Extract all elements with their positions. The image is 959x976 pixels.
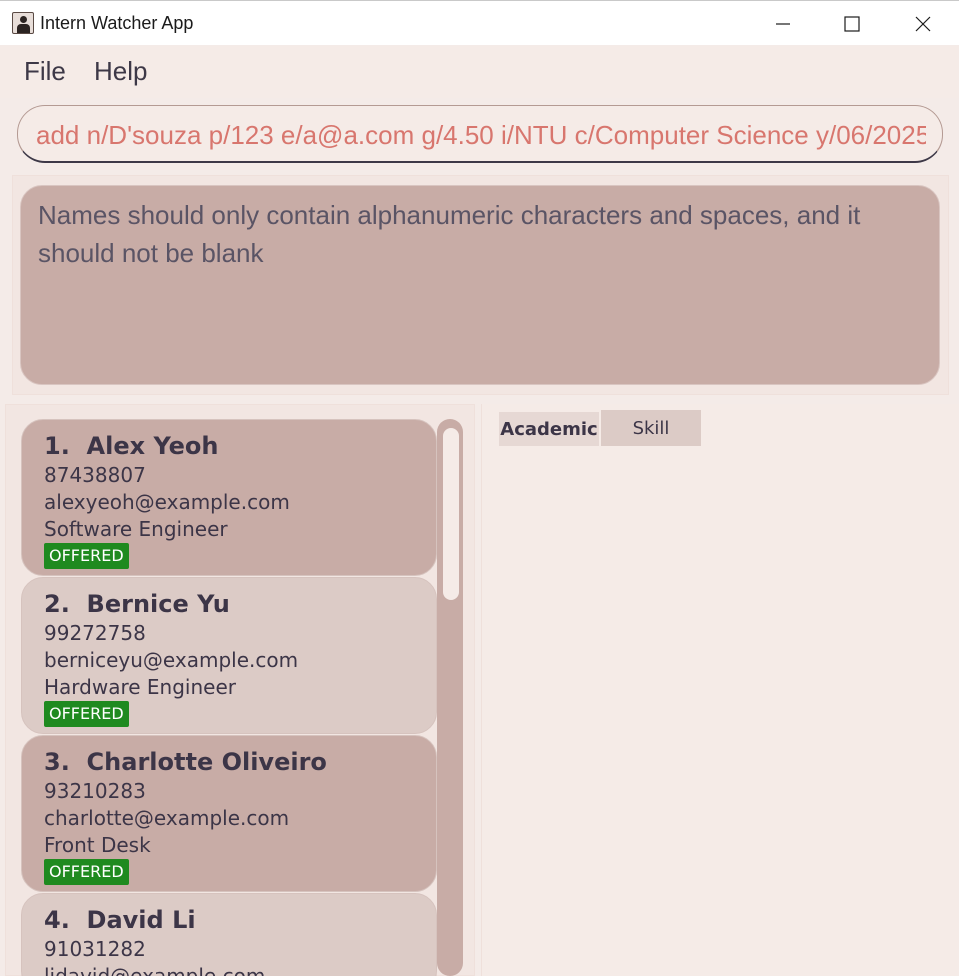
title-bar: Intern Watcher App — [0, 0, 959, 45]
applicant-card[interactable]: 1. Alex Yeoh 87438807 alexyeoh@example.c… — [21, 419, 437, 576]
applicant-name: 3. Charlotte Oliveiro — [44, 748, 327, 776]
applicant-card[interactable]: 4. David Li 91031282 lidavid@example.com — [21, 893, 437, 976]
person-icon — [12, 12, 34, 34]
status-badge: OFFERED — [44, 701, 129, 727]
applicant-email: alexyeoh@example.com — [44, 490, 290, 514]
applicant-name: 1. Alex Yeoh — [44, 432, 219, 460]
menu-file[interactable]: File — [24, 56, 66, 87]
command-box[interactable]: add n/D'souza p/123 e/a@a.com g/4.50 i/N… — [17, 105, 943, 163]
applicant-role: Hardware Engineer — [44, 675, 236, 699]
applicant-name: 4. David Li — [44, 906, 196, 934]
result-display: Names should only contain alphanumeric c… — [20, 185, 940, 385]
applicant-email: berniceyu@example.com — [44, 648, 299, 672]
window-title: Intern Watcher App — [40, 13, 194, 33]
status-badge: OFFERED — [44, 543, 129, 569]
applicant-role: Software Engineer — [44, 517, 228, 541]
applicant-phone: 99272758 — [44, 621, 146, 645]
applicant-phone: 93210283 — [44, 779, 146, 803]
menu-help[interactable]: Help — [94, 56, 147, 87]
tab-academic[interactable]: Academic — [499, 412, 599, 446]
detail-panel — [481, 404, 959, 976]
applicant-name: 2. Bernice Yu — [44, 590, 230, 618]
applicant-card[interactable]: 3. Charlotte Oliveiro 93210283 charlotte… — [21, 735, 437, 892]
maximize-icon[interactable] — [829, 1, 875, 46]
close-icon[interactable] — [900, 1, 946, 46]
scrollbar-thumb[interactable] — [443, 428, 459, 600]
applicant-email: lidavid@example.com — [44, 964, 266, 976]
applicant-phone: 87438807 — [44, 463, 146, 487]
status-badge: OFFERED — [44, 859, 129, 885]
menu-bar: File Help — [0, 46, 959, 98]
applicant-phone: 91031282 — [44, 937, 146, 961]
applicant-email: charlotte@example.com — [44, 806, 290, 830]
minimize-icon[interactable] — [760, 1, 806, 46]
result-message: Names should only contain alphanumeric c… — [38, 200, 861, 268]
applicant-card[interactable]: 2. Bernice Yu 99272758 berniceyu@example… — [21, 577, 437, 734]
command-input[interactable]: add n/D'souza p/123 e/a@a.com g/4.50 i/N… — [36, 118, 926, 152]
applicant-role: Front Desk — [44, 833, 151, 857]
tab-skill[interactable]: Skill — [601, 410, 701, 446]
